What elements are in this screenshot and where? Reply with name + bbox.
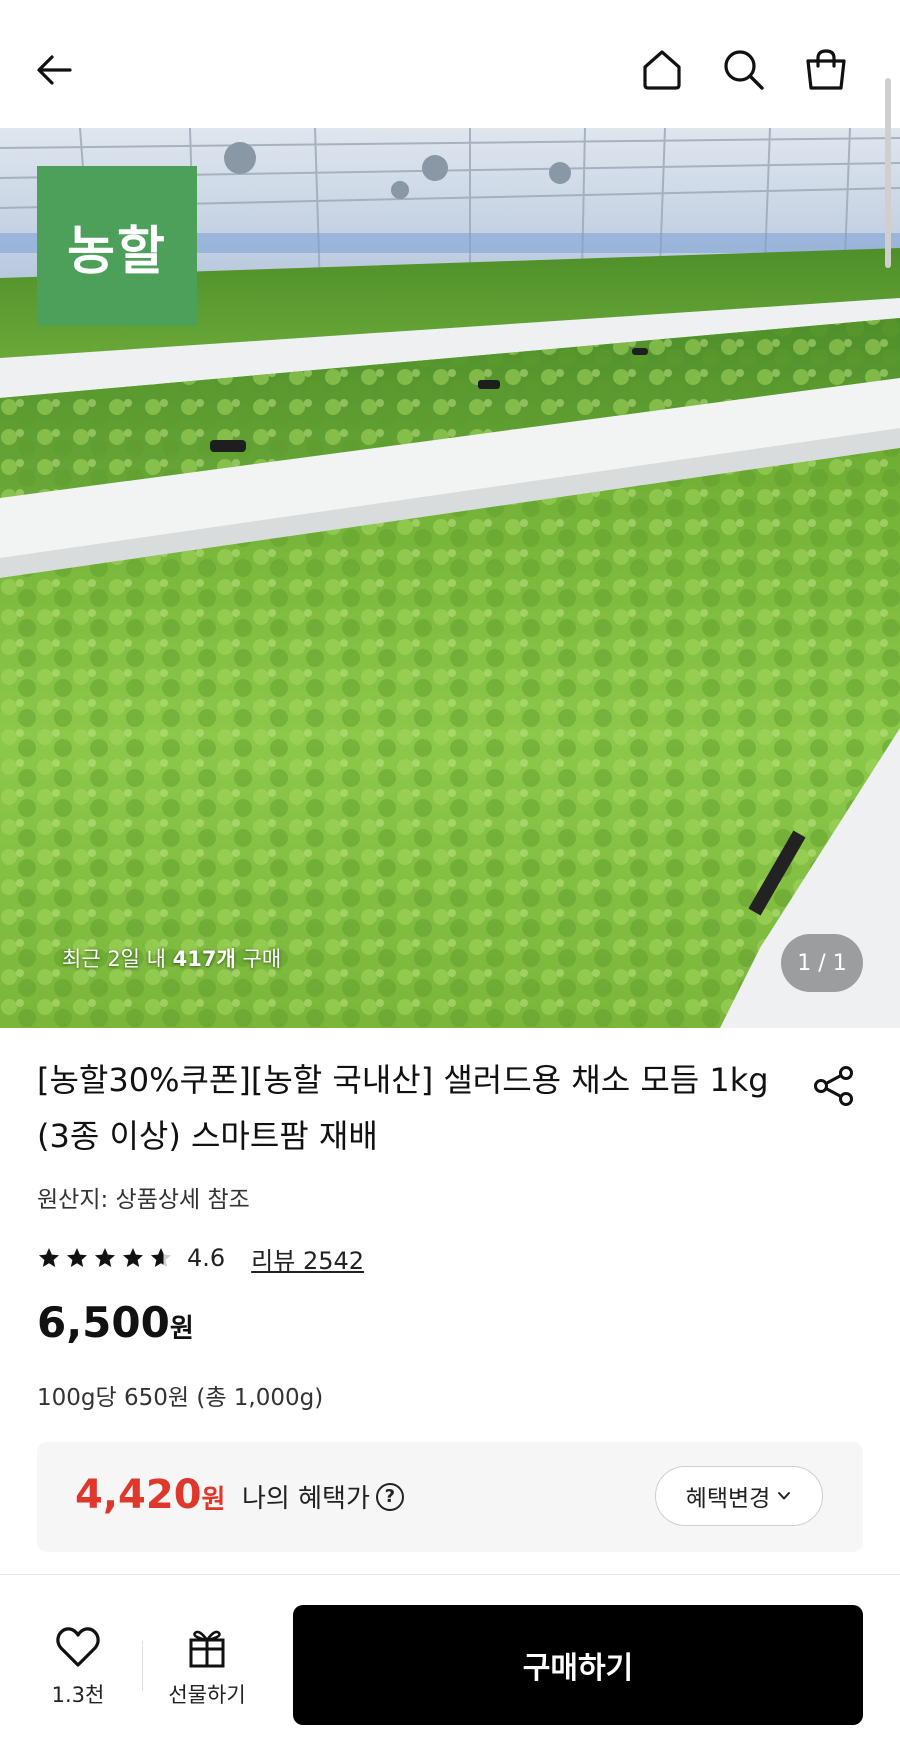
review-count-link[interactable]: 리뷰 2542	[251, 1241, 364, 1276]
scrollbar[interactable]	[885, 78, 891, 268]
rating-stars	[37, 1246, 173, 1270]
product-price: 6,500원	[37, 1298, 194, 1347]
recent-purchase-count: 417개	[172, 947, 236, 971]
rating-value: 4.6	[187, 1244, 226, 1272]
like-button[interactable]: 1.3천	[40, 1625, 116, 1709]
recent-purchase-suffix: 구매	[235, 947, 282, 971]
recent-purchase-prefix: 최근 2일 내	[62, 947, 173, 971]
cart-button[interactable]	[800, 44, 852, 96]
shopping-bag-icon	[806, 49, 846, 90]
price-value: 6,500	[37, 1298, 170, 1347]
benefit-price-value: 4,420	[75, 1472, 202, 1518]
price-unit: 원	[169, 1314, 194, 1344]
benefit-price: 4,420원	[75, 1472, 225, 1518]
top-navigation-bar	[0, 0, 900, 128]
product-title: [농할30%쿠폰][농할 국내산] 샐러드용 채소 모듬 1kg (3종 이상)…	[37, 1061, 769, 1155]
bottom-action-bar: 1.3천 선물하기 구매하기	[0, 1575, 900, 1750]
benefit-price-unit: 원	[201, 1485, 226, 1515]
gift-button[interactable]: 선물하기	[160, 1625, 254, 1709]
unit-price: 100g당 650원 (총 1,000g)	[37, 1385, 324, 1411]
share-button[interactable]	[808, 1060, 860, 1112]
rating-row: 4.6 리뷰 2542	[37, 1240, 364, 1276]
image-pager: 1 / 1	[781, 934, 863, 992]
star-icon	[39, 1248, 59, 1267]
heart-icon	[56, 1627, 100, 1667]
product-image[interactable]: 농할	[0, 128, 900, 1028]
buy-button[interactable]: 구매하기	[293, 1605, 863, 1725]
benefit-label: 나의 혜택가	[242, 1484, 370, 1514]
star-icon	[67, 1248, 87, 1267]
brand-logo: 농할	[37, 166, 197, 326]
chevron-down-icon	[778, 1492, 791, 1500]
share-icon	[814, 1066, 853, 1106]
search-icon	[724, 50, 764, 90]
search-button[interactable]	[718, 44, 770, 96]
benefit-price-box: 4,420원 나의 혜택가 ? 혜택변경	[37, 1442, 863, 1552]
recent-purchase-info: 최근 2일 내 417개 구매	[62, 943, 281, 973]
home-icon	[643, 50, 681, 90]
change-benefit-button[interactable]: 혜택변경	[655, 1466, 823, 1526]
change-benefit-label: 혜택변경	[685, 1486, 771, 1512]
star-icon	[123, 1248, 143, 1267]
star-half-icon	[151, 1248, 171, 1267]
back-button[interactable]	[28, 44, 80, 96]
gift-icon	[189, 1630, 225, 1668]
gift-label: 선물하기	[168, 1683, 246, 1707]
home-button[interactable]	[636, 44, 688, 96]
question-circle-icon[interactable]: ?	[375, 1482, 404, 1511]
star-icon	[95, 1248, 115, 1267]
product-origin: 원산지: 상품상세 참조	[37, 1187, 250, 1213]
benefit-label-group: 나의 혜택가 ?	[242, 1478, 404, 1515]
like-count: 1.3천	[51, 1683, 105, 1707]
arrow-left-icon	[37, 55, 72, 85]
divider	[142, 1641, 143, 1691]
